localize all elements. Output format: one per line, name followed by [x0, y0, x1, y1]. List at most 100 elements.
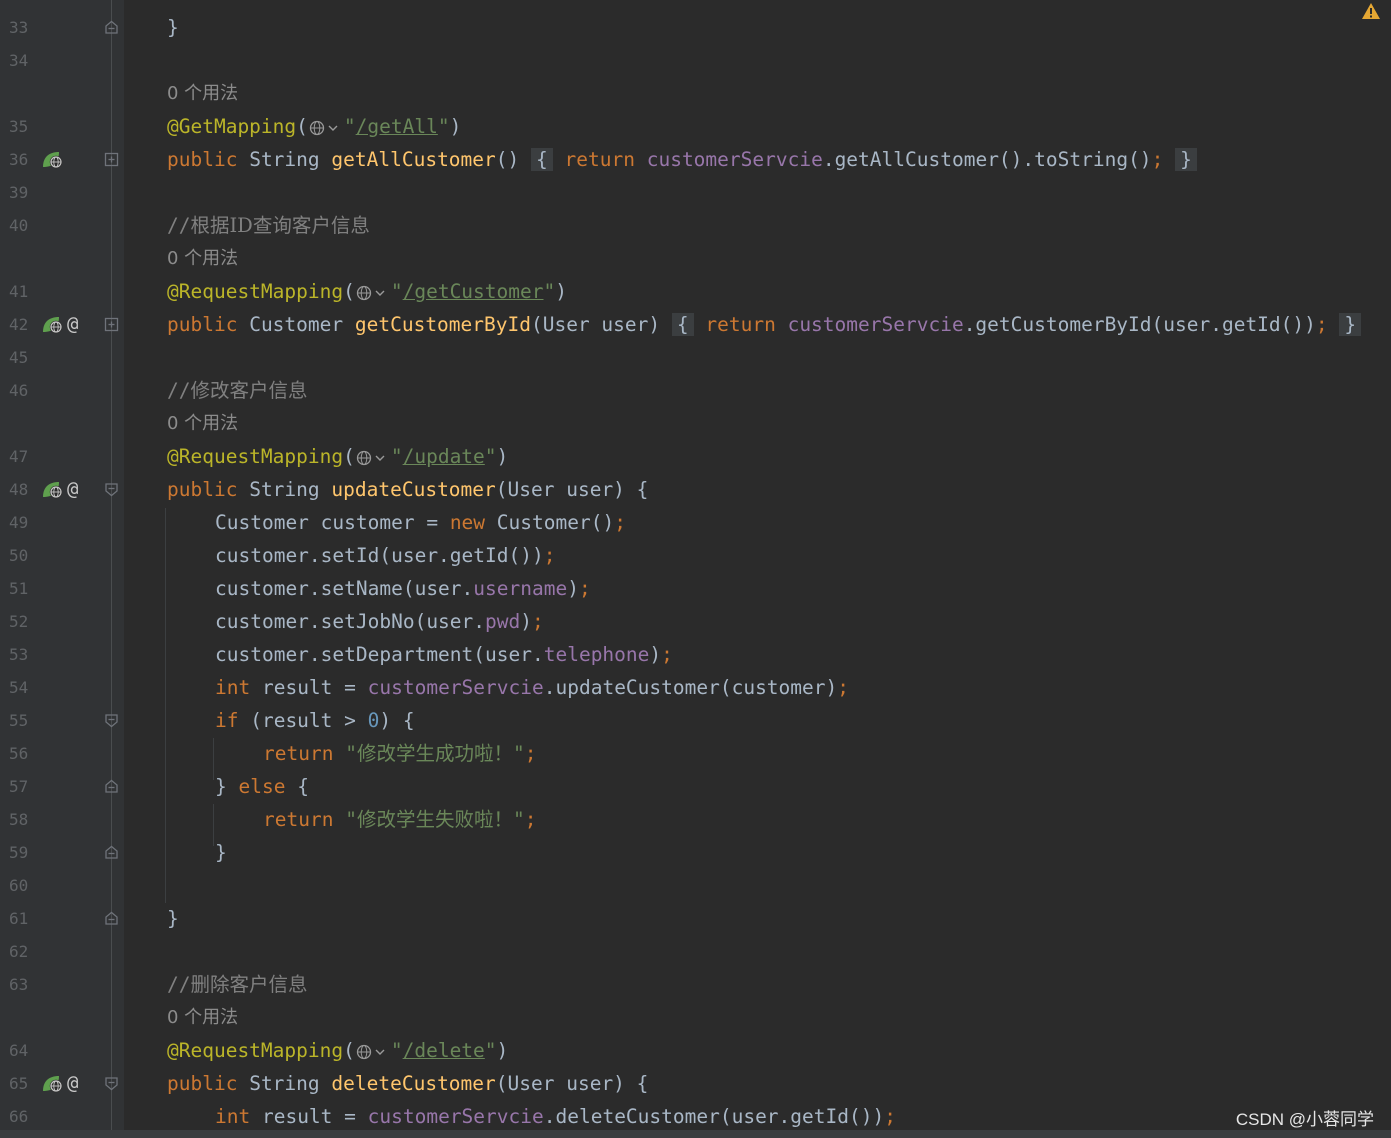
- code-line[interactable]: 42 @ public Customer getCustomerById(Use…: [0, 308, 1391, 341]
- usage-hint[interactable]: 0 个用法: [167, 1001, 238, 1034]
- code-comment: //删除客户信息: [167, 973, 308, 996]
- code-text: @RequestMapping("/update"): [167, 440, 508, 473]
- code-line[interactable]: 39: [0, 176, 1391, 209]
- method-name[interactable]: getAllCustomer: [331, 148, 495, 171]
- fold-collapsed-icon[interactable]: [104, 152, 119, 167]
- line-number: 51: [9, 579, 29, 598]
- line-number: 42: [9, 315, 29, 334]
- code-line[interactable]: 41 @RequestMapping("/getCustomer"): [0, 275, 1391, 308]
- line-number: 60: [9, 876, 29, 895]
- line-number: 39: [9, 183, 29, 202]
- code-line[interactable]: 60: [0, 869, 1391, 902]
- line-number: 36: [9, 150, 29, 169]
- code-text: }: [167, 16, 179, 39]
- at-sign-icon[interactable]: @: [67, 473, 78, 506]
- web-endpoint-icon[interactable]: [40, 481, 64, 499]
- line-number: 45: [9, 348, 29, 367]
- line-number: 66: [9, 1107, 29, 1126]
- code-line[interactable]: 49 Customer customer = new Customer();: [0, 506, 1391, 539]
- line-number: 55: [9, 711, 29, 730]
- horizontal-scrollbar[interactable]: [0, 1130, 1391, 1138]
- code-line[interactable]: 46 //修改客户信息: [0, 374, 1391, 407]
- code-line[interactable]: 65 @ public String deleteCustomer(User u…: [0, 1067, 1391, 1100]
- web-endpoint-icon[interactable]: [40, 151, 64, 169]
- code-text: return "修改学生成功啦！";: [263, 742, 537, 765]
- web-endpoint-icon[interactable]: [40, 316, 64, 334]
- code-line[interactable]: 63 //删除客户信息: [0, 968, 1391, 1001]
- line-number: 34: [9, 51, 29, 70]
- mapping-url[interactable]: /delete: [403, 1039, 485, 1062]
- code-line[interactable]: 33 }: [0, 11, 1391, 44]
- code-line[interactable]: 48 @ public String updateCustomer(User u…: [0, 473, 1391, 506]
- fold-close-icon[interactable]: [104, 20, 119, 35]
- code-line[interactable]: 35 @GetMapping("/getAll"): [0, 110, 1391, 143]
- annotation: @RequestMapping: [167, 445, 344, 468]
- fold-close-icon[interactable]: [104, 845, 119, 860]
- code-line[interactable]: 61 }: [0, 902, 1391, 935]
- globe-dropdown-icon[interactable]: [309, 113, 343, 146]
- line-number: 40: [9, 216, 29, 235]
- web-endpoint-icon[interactable]: [40, 1075, 64, 1093]
- code-line[interactable]: 62: [0, 935, 1391, 968]
- fold-close-icon[interactable]: [104, 779, 119, 794]
- code-text: }: [167, 907, 179, 930]
- code-line[interactable]: 53 customer.setDepartment(user.telephone…: [0, 638, 1391, 671]
- code-line[interactable]: 34: [0, 44, 1391, 77]
- code-line[interactable]: 51 customer.setName(user.username);: [0, 572, 1391, 605]
- code-line[interactable]: 56 return "修改学生成功啦！";: [0, 737, 1391, 770]
- method-name[interactable]: deleteCustomer: [331, 1072, 495, 1095]
- code-line[interactable]: 40 //根据ID查询客户信息: [0, 209, 1391, 242]
- code-line[interactable]: 54 int result = customerServcie.updateCu…: [0, 671, 1391, 704]
- line-number: 59: [9, 843, 29, 862]
- code-text: public String getAllCustomer() { return …: [167, 143, 1197, 176]
- code-text: customer.setId(user.getId());: [215, 544, 556, 567]
- fold-close-icon[interactable]: [104, 911, 119, 926]
- code-text: int result = customerServcie.updateCusto…: [215, 676, 849, 699]
- at-sign-icon[interactable]: @: [67, 1067, 78, 1100]
- folded-block[interactable]: }: [1339, 313, 1362, 336]
- line-number: 64: [9, 1041, 29, 1060]
- line-number: 54: [9, 678, 29, 697]
- code-line[interactable]: 59 }: [0, 836, 1391, 869]
- mapping-url[interactable]: /getCustomer: [403, 280, 544, 303]
- usage-hint[interactable]: 0 个用法: [167, 407, 238, 440]
- code-line[interactable]: 36 public String getAllCustomer() { retu…: [0, 143, 1391, 176]
- code-line[interactable]: 64 @RequestMapping("/delete"): [0, 1034, 1391, 1067]
- code-text: public Customer getCustomerById(User use…: [167, 308, 1362, 341]
- folded-block[interactable]: {: [531, 148, 553, 171]
- code-line[interactable]: 58 return "修改学生失败啦！";: [0, 803, 1391, 836]
- code-text: Customer customer = new Customer();: [215, 511, 626, 534]
- folded-block[interactable]: }: [1175, 148, 1197, 171]
- code-line[interactable]: 66 int result = customerServcie.deleteCu…: [0, 1100, 1391, 1133]
- globe-dropdown-icon[interactable]: [356, 1037, 390, 1070]
- method-name[interactable]: getCustomerById: [355, 313, 531, 336]
- line-number: 52: [9, 612, 29, 631]
- fold-open-icon[interactable]: [104, 713, 119, 728]
- line-number: 63: [9, 975, 29, 994]
- globe-dropdown-icon[interactable]: [356, 443, 390, 476]
- folded-block[interactable]: {: [671, 313, 694, 336]
- fold-open-icon[interactable]: [104, 1076, 119, 1091]
- fold-collapsed-icon[interactable]: [104, 317, 119, 332]
- line-number: 35: [9, 117, 29, 136]
- code-line[interactable]: 52 customer.setJobNo(user.pwd);: [0, 605, 1391, 638]
- fold-open-icon[interactable]: [104, 482, 119, 497]
- usage-hint[interactable]: 0 个用法: [167, 77, 238, 110]
- code-line[interactable]: 57 } else {: [0, 770, 1391, 803]
- globe-dropdown-icon[interactable]: [356, 278, 390, 311]
- at-sign-icon[interactable]: @: [67, 308, 78, 341]
- code-line[interactable]: 55 if (result > 0) {: [0, 704, 1391, 737]
- usage-hint[interactable]: 0 个用法: [167, 242, 238, 275]
- code-editor[interactable]: 33 } 34 0 个用法 35 @GetMapping("/getAll") …: [0, 0, 1391, 1138]
- code-text: } else {: [215, 775, 309, 798]
- mapping-url[interactable]: /update: [403, 445, 485, 468]
- code-line[interactable]: 45: [0, 341, 1391, 374]
- code-line[interactable]: 47 @RequestMapping("/update"): [0, 440, 1391, 473]
- method-name[interactable]: updateCustomer: [331, 478, 495, 501]
- code-line[interactable]: 50 customer.setId(user.getId());: [0, 539, 1391, 572]
- line-number: 46: [9, 381, 29, 400]
- line-number: 53: [9, 645, 29, 664]
- mapping-url[interactable]: /getAll: [356, 115, 438, 138]
- code-text: public String updateCustomer(User user) …: [167, 478, 649, 501]
- annotation: @RequestMapping: [167, 280, 344, 303]
